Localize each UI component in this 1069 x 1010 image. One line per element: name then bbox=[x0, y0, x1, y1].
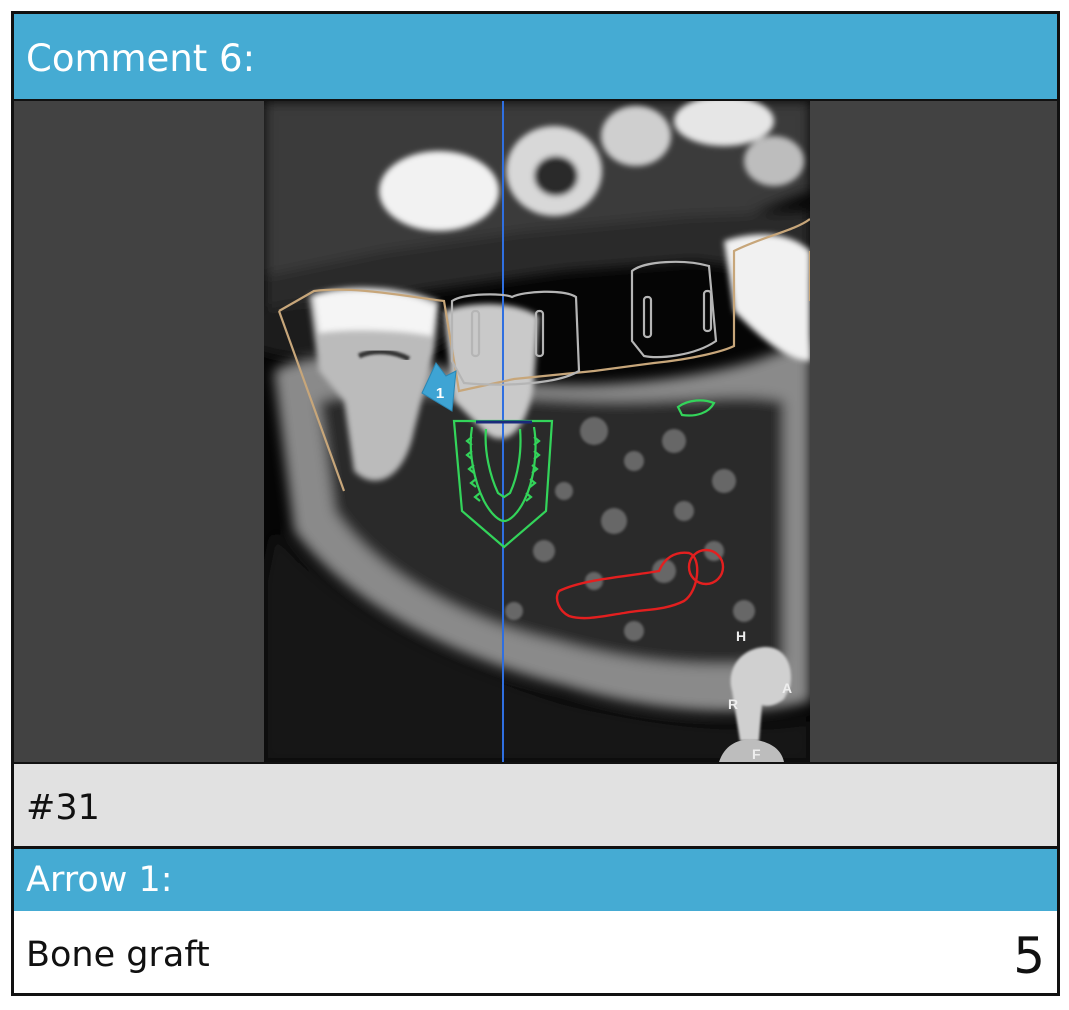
page-number: 5 bbox=[1013, 927, 1045, 985]
tooth-number-label: #31 bbox=[14, 762, 1057, 849]
arrow-1-number: 1 bbox=[436, 385, 444, 402]
ct-scan-image: 1 H A R F bbox=[264, 101, 810, 762]
orientation-top: H bbox=[736, 628, 746, 644]
arrow-description: Bone graft bbox=[26, 935, 210, 975]
comment-card: Comment 6: 1 H A R F #31 Arrow 1: Bone g… bbox=[11, 11, 1060, 996]
orientation-front: A bbox=[782, 680, 792, 696]
comment-title: Comment 6: bbox=[14, 14, 1057, 101]
orientation-right: R bbox=[728, 696, 738, 712]
arrow-section-title: Arrow 1: bbox=[14, 849, 1057, 911]
image-panel: 1 H A R F bbox=[14, 101, 1057, 762]
arrow-description-row: Bone graft 5 bbox=[14, 911, 1057, 993]
orientation-bottom: F bbox=[752, 746, 761, 762]
